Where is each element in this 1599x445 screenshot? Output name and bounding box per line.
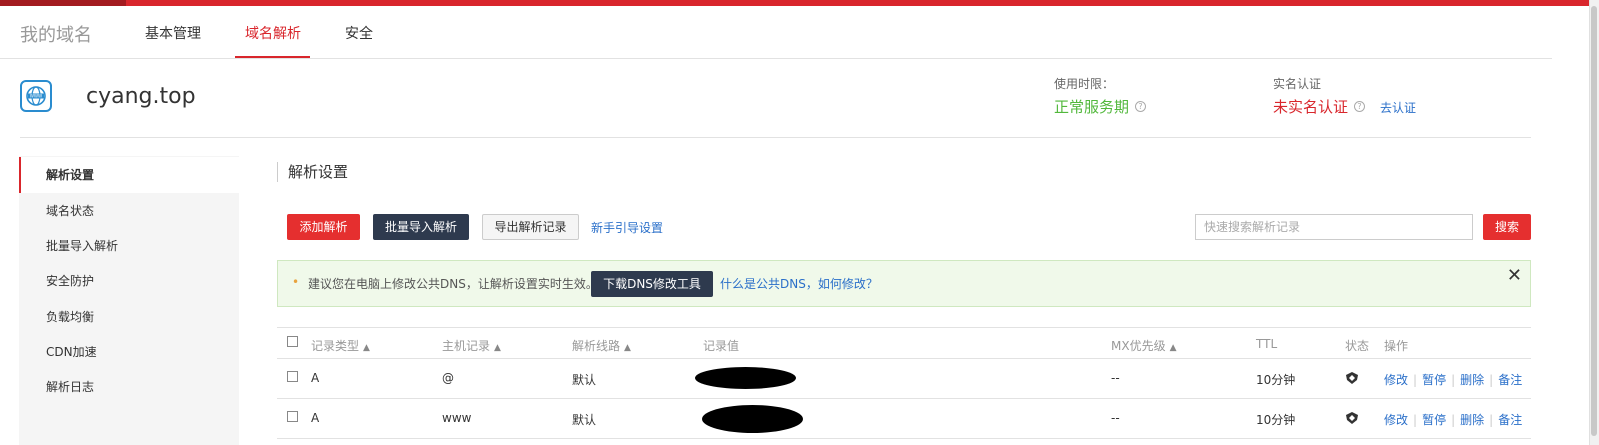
header-actions: 操作 <box>1384 339 1409 353</box>
tab-security[interactable]: 安全 <box>345 23 373 43</box>
sort-up-icon[interactable]: ▲ <box>363 343 370 353</box>
delete-link[interactable]: 删除 <box>1460 413 1484 427</box>
edit-link[interactable]: 修改 <box>1384 373 1408 387</box>
cell-record-type: A <box>311 371 320 385</box>
redacted-value-blot <box>702 405 803 433</box>
row-checkbox[interactable] <box>287 371 298 382</box>
help-icon[interactable]: ? <box>1135 101 1147 112</box>
row-actions: 修改 | 暂停 | 删除 | 备注 <box>1384 373 1523 387</box>
delete-link[interactable]: 删除 <box>1460 373 1484 387</box>
search-button[interactable]: 搜索 <box>1483 214 1531 240</box>
sort-up-icon[interactable]: ▲ <box>494 343 501 353</box>
pause-shield-icon[interactable] <box>1345 411 1359 425</box>
cell-ttl: 10分钟 <box>1256 373 1296 387</box>
guide-settings-link[interactable]: 新手引导设置 <box>591 219 663 236</box>
active-tab-indicator <box>235 56 310 58</box>
bullet-dot: • <box>292 275 300 289</box>
usage-period-text: 正常服务期 <box>1054 98 1130 116</box>
notice-text: 建议您在电脑上修改公共DNS，让解析设置实时生效。 <box>308 277 598 291</box>
tab-basic-management[interactable]: 基本管理 <box>145 23 201 43</box>
cell-mx: -- <box>1111 371 1120 385</box>
cell-mx: -- <box>1111 411 1120 425</box>
sidebar-item-resolution-settings[interactable]: 解析设置 <box>19 157 239 193</box>
pause-link[interactable]: 暂停 <box>1422 373 1446 387</box>
top-nav: 我的域名 基本管理 域名解析 安全 <box>0 6 1552 59</box>
page-title: 解析设置 <box>277 162 348 182</box>
page-scrollbar[interactable] <box>1589 0 1599 445</box>
table-header: 记录类型 ▲ 主机记录 ▲ 解析线路 ▲ 记录值 MX优先级 ▲ TTL 状态 操作 <box>277 327 1531 359</box>
select-all-checkbox[interactable] <box>287 336 298 347</box>
search-input[interactable] <box>1195 214 1473 240</box>
sidebar-item-batch-import[interactable]: 批量导入解析 <box>19 228 239 264</box>
sidebar-item-resolution-log[interactable]: 解析日志 <box>19 369 239 405</box>
cell-host: www <box>442 411 472 425</box>
svg-text:WWW: WWW <box>30 94 42 99</box>
row-actions: 修改 | 暂停 | 删除 | 备注 <box>1384 413 1523 427</box>
add-record-button[interactable]: 添加解析 <box>287 214 360 240</box>
pause-shield-icon[interactable] <box>1345 371 1359 385</box>
header-ttl: TTL <box>1256 337 1278 351</box>
cell-line: 默认 <box>572 413 597 427</box>
cell-record-type: A <box>311 411 320 425</box>
sidebar-item-security-protection[interactable]: 安全防护 <box>19 263 239 299</box>
sidebar-item-cdn[interactable]: CDN加速 <box>19 334 239 370</box>
globe-www-icon: WWW <box>20 80 52 112</box>
header-record-type[interactable]: 记录类型 ▲ <box>311 337 370 354</box>
cell-host: @ <box>442 371 454 385</box>
usage-period-value: 正常服务期? <box>1054 96 1147 117</box>
sort-up-icon[interactable]: ▲ <box>1170 343 1177 353</box>
header-host[interactable]: 主机记录 ▲ <box>442 337 501 354</box>
sidebar: 解析设置 域名状态 批量导入解析 安全防护 负载均衡 CDN加速 解析日志 <box>19 156 239 445</box>
redacted-value-blot <box>695 367 796 389</box>
public-dns-help-link[interactable]: 什么是公共DNS，如何修改？ <box>720 275 878 292</box>
header-line[interactable]: 解析线路 ▲ <box>572 337 631 354</box>
verify-link[interactable]: 去认证 <box>1380 99 1416 116</box>
download-dns-tool-button[interactable]: 下载DNS修改工具 <box>591 271 713 297</box>
note-link[interactable]: 备注 <box>1498 373 1522 387</box>
table-row: A @ 默认 -- 10分钟 修改 | 暂停 | 删除 | 备注 <box>277 359 1531 399</box>
row-checkbox[interactable] <box>287 411 298 422</box>
header-mx-priority[interactable]: MX优先级 ▲ <box>1111 337 1177 354</box>
export-records-button[interactable]: 导出解析记录 <box>482 214 579 240</box>
close-icon[interactable]: ✕ <box>1507 265 1522 286</box>
tab-dns-resolution[interactable]: 域名解析 <box>245 23 301 43</box>
pause-link[interactable]: 暂停 <box>1422 413 1446 427</box>
cell-line: 默认 <box>572 373 597 387</box>
brand-title[interactable]: 我的域名 <box>20 21 92 47</box>
header-record-value: 记录值 <box>703 339 740 353</box>
realname-value: 未实名认证? <box>1273 96 1366 117</box>
domain-name: cyang.top <box>86 84 196 109</box>
sort-up-icon[interactable]: ▲ <box>624 343 631 353</box>
usage-period-label: 使用时限： <box>1054 77 1115 91</box>
realname-label: 实名认证 <box>1273 77 1322 91</box>
batch-import-button[interactable]: 批量导入解析 <box>373 214 469 240</box>
dns-notice-banner: • 建议您在电脑上修改公共DNS，让解析设置实时生效。 下载DNS修改工具 什么… <box>277 260 1531 307</box>
help-icon[interactable]: ? <box>1354 101 1366 112</box>
scrollbar-thumb[interactable] <box>1591 6 1597 436</box>
table-row: A www 默认 -- 10分钟 修改 | 暂停 | 删除 | 备注 <box>277 399 1531 439</box>
cell-ttl: 10分钟 <box>1256 413 1296 427</box>
sidebar-item-load-balancing[interactable]: 负载均衡 <box>19 299 239 335</box>
note-link[interactable]: 备注 <box>1498 413 1522 427</box>
realname-status-text: 未实名认证 <box>1273 98 1349 116</box>
header-divider <box>20 137 1531 138</box>
edit-link[interactable]: 修改 <box>1384 413 1408 427</box>
sidebar-item-domain-status[interactable]: 域名状态 <box>19 193 239 229</box>
header-status: 状态 <box>1345 339 1370 353</box>
